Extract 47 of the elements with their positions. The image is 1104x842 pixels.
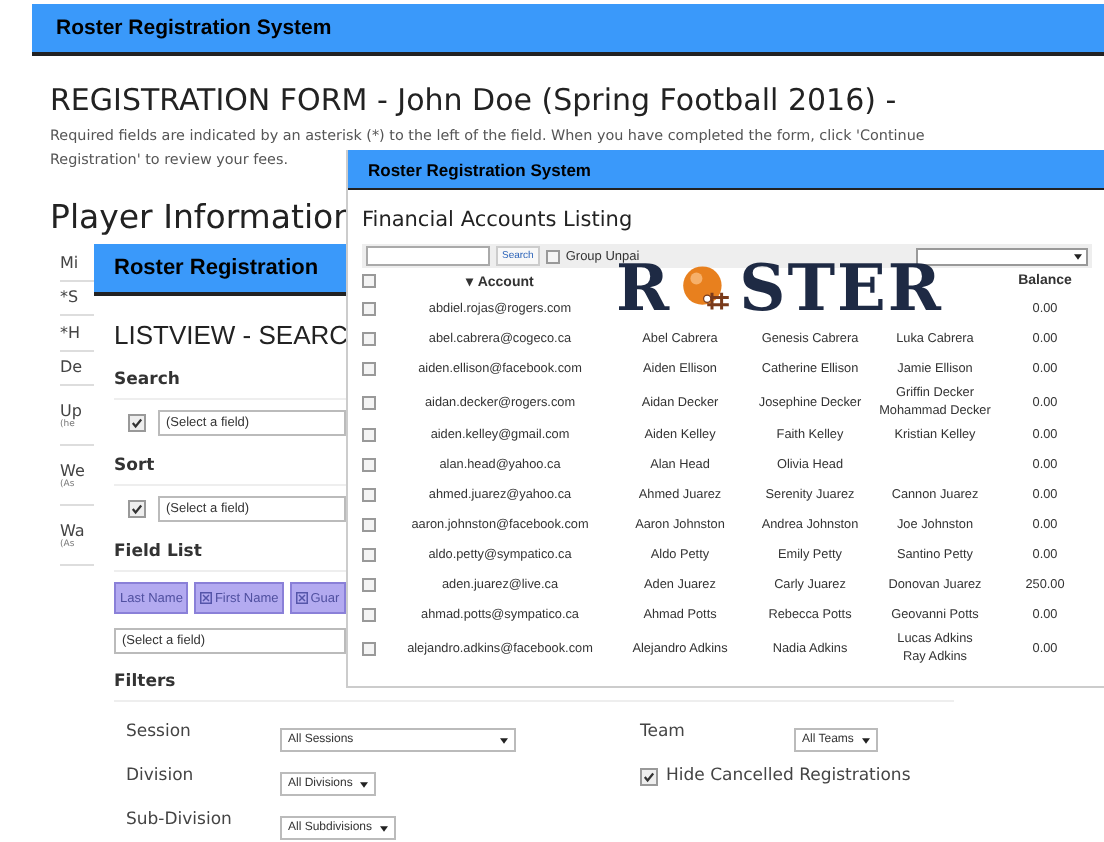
remove-icon[interactable] [296, 592, 309, 604]
row-checkbox[interactable] [362, 428, 376, 442]
field-label: Mi [60, 253, 81, 272]
row-checkbox[interactable] [362, 548, 376, 562]
field-label: De [60, 358, 85, 377]
search-field[interactable] [366, 246, 490, 266]
filter-label: Sub-Division [126, 810, 234, 830]
checkbox[interactable] [128, 414, 146, 432]
row-checkbox[interactable] [362, 395, 376, 409]
checkbox[interactable] [362, 274, 376, 288]
logo-text: STER [739, 264, 943, 312]
checkbox[interactable] [640, 767, 658, 785]
page-title: LISTVIEW - SEARC [114, 320, 349, 350]
checkbox-label: Hide Cancelled Registrations [666, 766, 911, 786]
caret-icon [360, 781, 369, 787]
filter-label: Session [126, 722, 193, 742]
caret-icon [861, 737, 870, 743]
checkbox[interactable] [545, 249, 560, 263]
section-title: Player Information [50, 198, 355, 236]
caret-icon [500, 737, 508, 743]
remove-icon[interactable] [200, 592, 213, 604]
row-checkbox[interactable] [362, 302, 376, 316]
row-checkbox[interactable] [362, 608, 376, 622]
row-checkbox[interactable] [362, 578, 376, 592]
checkbox[interactable] [128, 500, 146, 518]
row-checkbox[interactable] [362, 332, 376, 346]
filter-label: Division [126, 766, 196, 786]
row-checkbox[interactable] [362, 488, 376, 502]
field-label: We [60, 461, 87, 479]
window-title: Roster Registration [112, 256, 319, 280]
field-label: *H [60, 323, 83, 342]
field-label: *S [60, 288, 81, 307]
export-select[interactable] [916, 247, 1088, 265]
row-checkbox[interactable] [362, 641, 376, 655]
row-checkbox[interactable] [362, 362, 376, 376]
form-title: REGISTRATION FORM - John Doe (Spring Football 2016) - [50, 82, 899, 118]
field-label: Up [60, 401, 84, 419]
caret-icon [1074, 253, 1082, 259]
logo-text: R [616, 264, 672, 312]
filter-label: Team [640, 722, 687, 742]
row-checkbox[interactable] [362, 458, 376, 472]
page-title: Financial Accounts Listing [362, 208, 635, 232]
row-checkbox[interactable] [362, 518, 376, 532]
window-title: Roster Registration System [54, 16, 332, 40]
window-title: Roster Registration System [366, 159, 591, 179]
field-label: Wa [60, 521, 87, 539]
caret-icon [380, 825, 389, 831]
